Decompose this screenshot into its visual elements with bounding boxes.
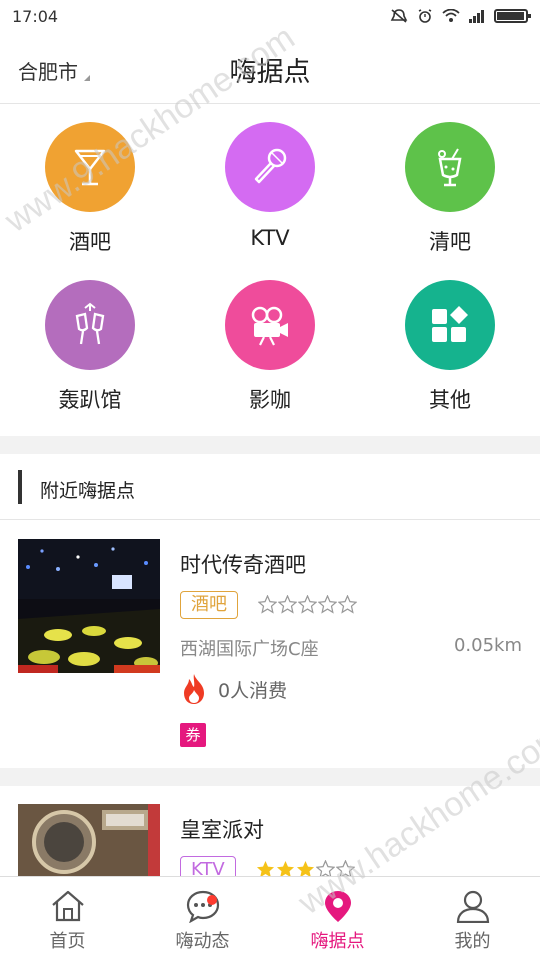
- category-ktv[interactable]: KTV: [200, 122, 340, 250]
- microphone-icon: [225, 122, 315, 212]
- category-lounge[interactable]: 清吧: [380, 122, 520, 256]
- venue-tag: KTV: [180, 856, 236, 878]
- category-party-house[interactable]: 轰趴馆: [20, 280, 160, 414]
- divider: [0, 436, 540, 454]
- venue-consume: 0人消费: [180, 673, 287, 705]
- film-camera-icon: [225, 280, 315, 370]
- category-label: 影咖: [249, 388, 291, 412]
- drink-icon: [405, 122, 495, 212]
- battery-icon: [494, 9, 531, 23]
- bottom-nav: 首页 嗨动态 嗨据点 我的: [0, 876, 540, 960]
- category-film-cafe[interactable]: 影咖: [200, 280, 340, 414]
- section-header: 附近嗨据点: [0, 454, 540, 520]
- grid-icon: [405, 280, 495, 370]
- nav-home[interactable]: 首页: [0, 877, 135, 960]
- venue-card[interactable]: 时代传奇酒吧 酒吧 西湖国际广场C座 0.05km 0人消费 券: [0, 521, 540, 768]
- top-header: 合肥市 嗨据点: [0, 36, 540, 104]
- venue-rating: [258, 595, 357, 614]
- alarm-icon: [418, 9, 432, 23]
- cocktail-icon: [45, 122, 135, 212]
- nav-profile[interactable]: 我的: [405, 877, 540, 960]
- section-title: 附近嗨据点: [40, 480, 136, 502]
- notification-dot: [207, 895, 217, 905]
- mute-icon: [390, 9, 408, 23]
- wifi-icon: [442, 9, 460, 22]
- coupon-badge: 券: [180, 723, 206, 747]
- nav-label: 嗨动态: [175, 931, 230, 952]
- venue-name: 时代传奇酒吧: [180, 553, 306, 577]
- category-label: 其他: [429, 388, 471, 412]
- star-empty-icon: [258, 595, 277, 614]
- venue-distance: 0.05km: [453, 635, 522, 656]
- venue-thumbnail: [18, 804, 160, 878]
- flame-icon: [184, 674, 204, 704]
- champagne-icon: [45, 280, 135, 370]
- nav-label: 嗨据点: [310, 931, 365, 952]
- status-time: 17:04: [12, 6, 59, 26]
- divider: [0, 768, 540, 786]
- nav-label: 我的: [454, 931, 491, 952]
- category-bar[interactable]: 酒吧: [20, 122, 160, 256]
- nav-spots[interactable]: 嗨据点: [270, 877, 405, 960]
- nav-feed[interactable]: 嗨动态: [135, 877, 270, 960]
- chat-icon: [186, 890, 219, 923]
- consume-count: 0人消费: [218, 679, 288, 702]
- star-empty-icon: [298, 595, 317, 614]
- venue-address: 西湖国际广场C座: [180, 639, 319, 660]
- user-icon: [456, 890, 489, 923]
- page-title: 嗨据点: [229, 57, 311, 88]
- location-pin-icon: [324, 891, 351, 922]
- category-other[interactable]: 其他: [380, 280, 520, 414]
- category-label: 酒吧: [69, 230, 111, 254]
- section-accent-bar: [18, 470, 22, 504]
- star-empty-icon: [278, 595, 297, 614]
- category-label: 清吧: [429, 230, 471, 254]
- home-icon: [51, 890, 84, 922]
- venue-thumbnail: [18, 539, 160, 673]
- signal-icon: [469, 10, 484, 23]
- category-label: 轰趴馆: [58, 388, 122, 412]
- star-empty-icon: [338, 595, 357, 614]
- status-bar: 17:04: [0, 0, 540, 32]
- venue-tag: 酒吧: [180, 591, 238, 619]
- nav-label: 首页: [49, 931, 86, 952]
- star-empty-icon: [318, 595, 337, 614]
- category-label: KTV: [250, 226, 290, 250]
- venue-card[interactable]: 皇室派对 KTV: [0, 786, 540, 878]
- venue-name: 皇室派对: [180, 818, 264, 842]
- category-grid: 酒吧 KTV 清吧 轰趴馆 影咖 其他: [0, 116, 540, 436]
